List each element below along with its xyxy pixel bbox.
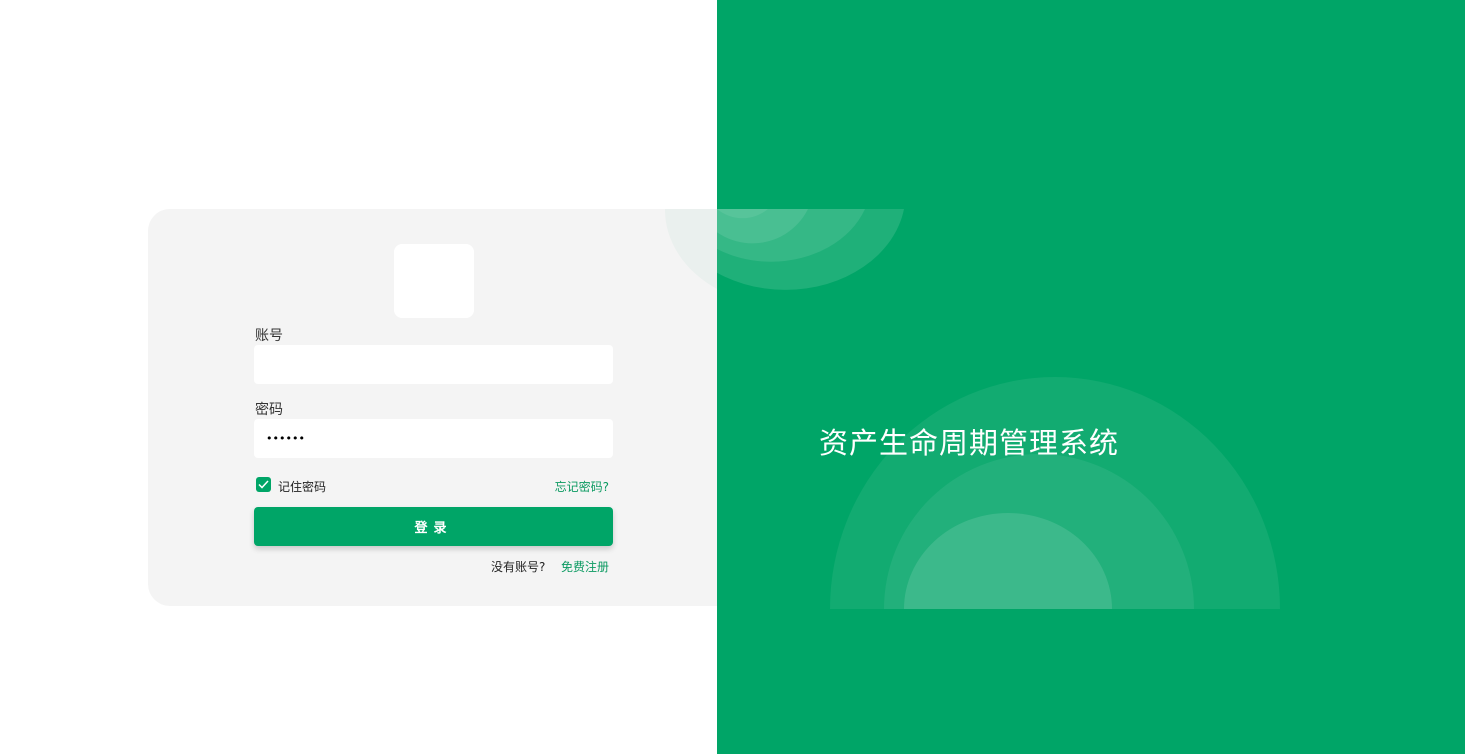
account-label: 账号	[255, 328, 283, 344]
remember-checkbox[interactable]	[256, 477, 271, 492]
register-link[interactable]: 免费注册	[561, 558, 609, 575]
login-page: 账号 密码 •••••• 记住密码 忘记密码? 登录 没有账号? 免费注册 资产…	[0, 0, 1465, 754]
bottom-arcs-decoration	[830, 377, 1280, 609]
top-arcs-decoration	[717, 209, 904, 290]
card-arc-overlay	[665, 209, 717, 289]
app-title: 资产生命周期管理系统	[819, 426, 1120, 460]
forgot-password-link[interactable]: 忘记密码?	[555, 478, 609, 495]
no-account-text: 没有账号?	[491, 560, 546, 574]
check-icon	[258, 480, 269, 489]
remember-label: 记住密码	[278, 480, 327, 494]
login-button[interactable]: 登录	[254, 507, 613, 546]
brand-panel	[717, 0, 1465, 754]
logo-placeholder	[394, 244, 474, 318]
password-label: 密码	[255, 402, 283, 418]
password-input[interactable]: ••••••	[254, 419, 613, 458]
account-input[interactable]	[254, 345, 613, 384]
